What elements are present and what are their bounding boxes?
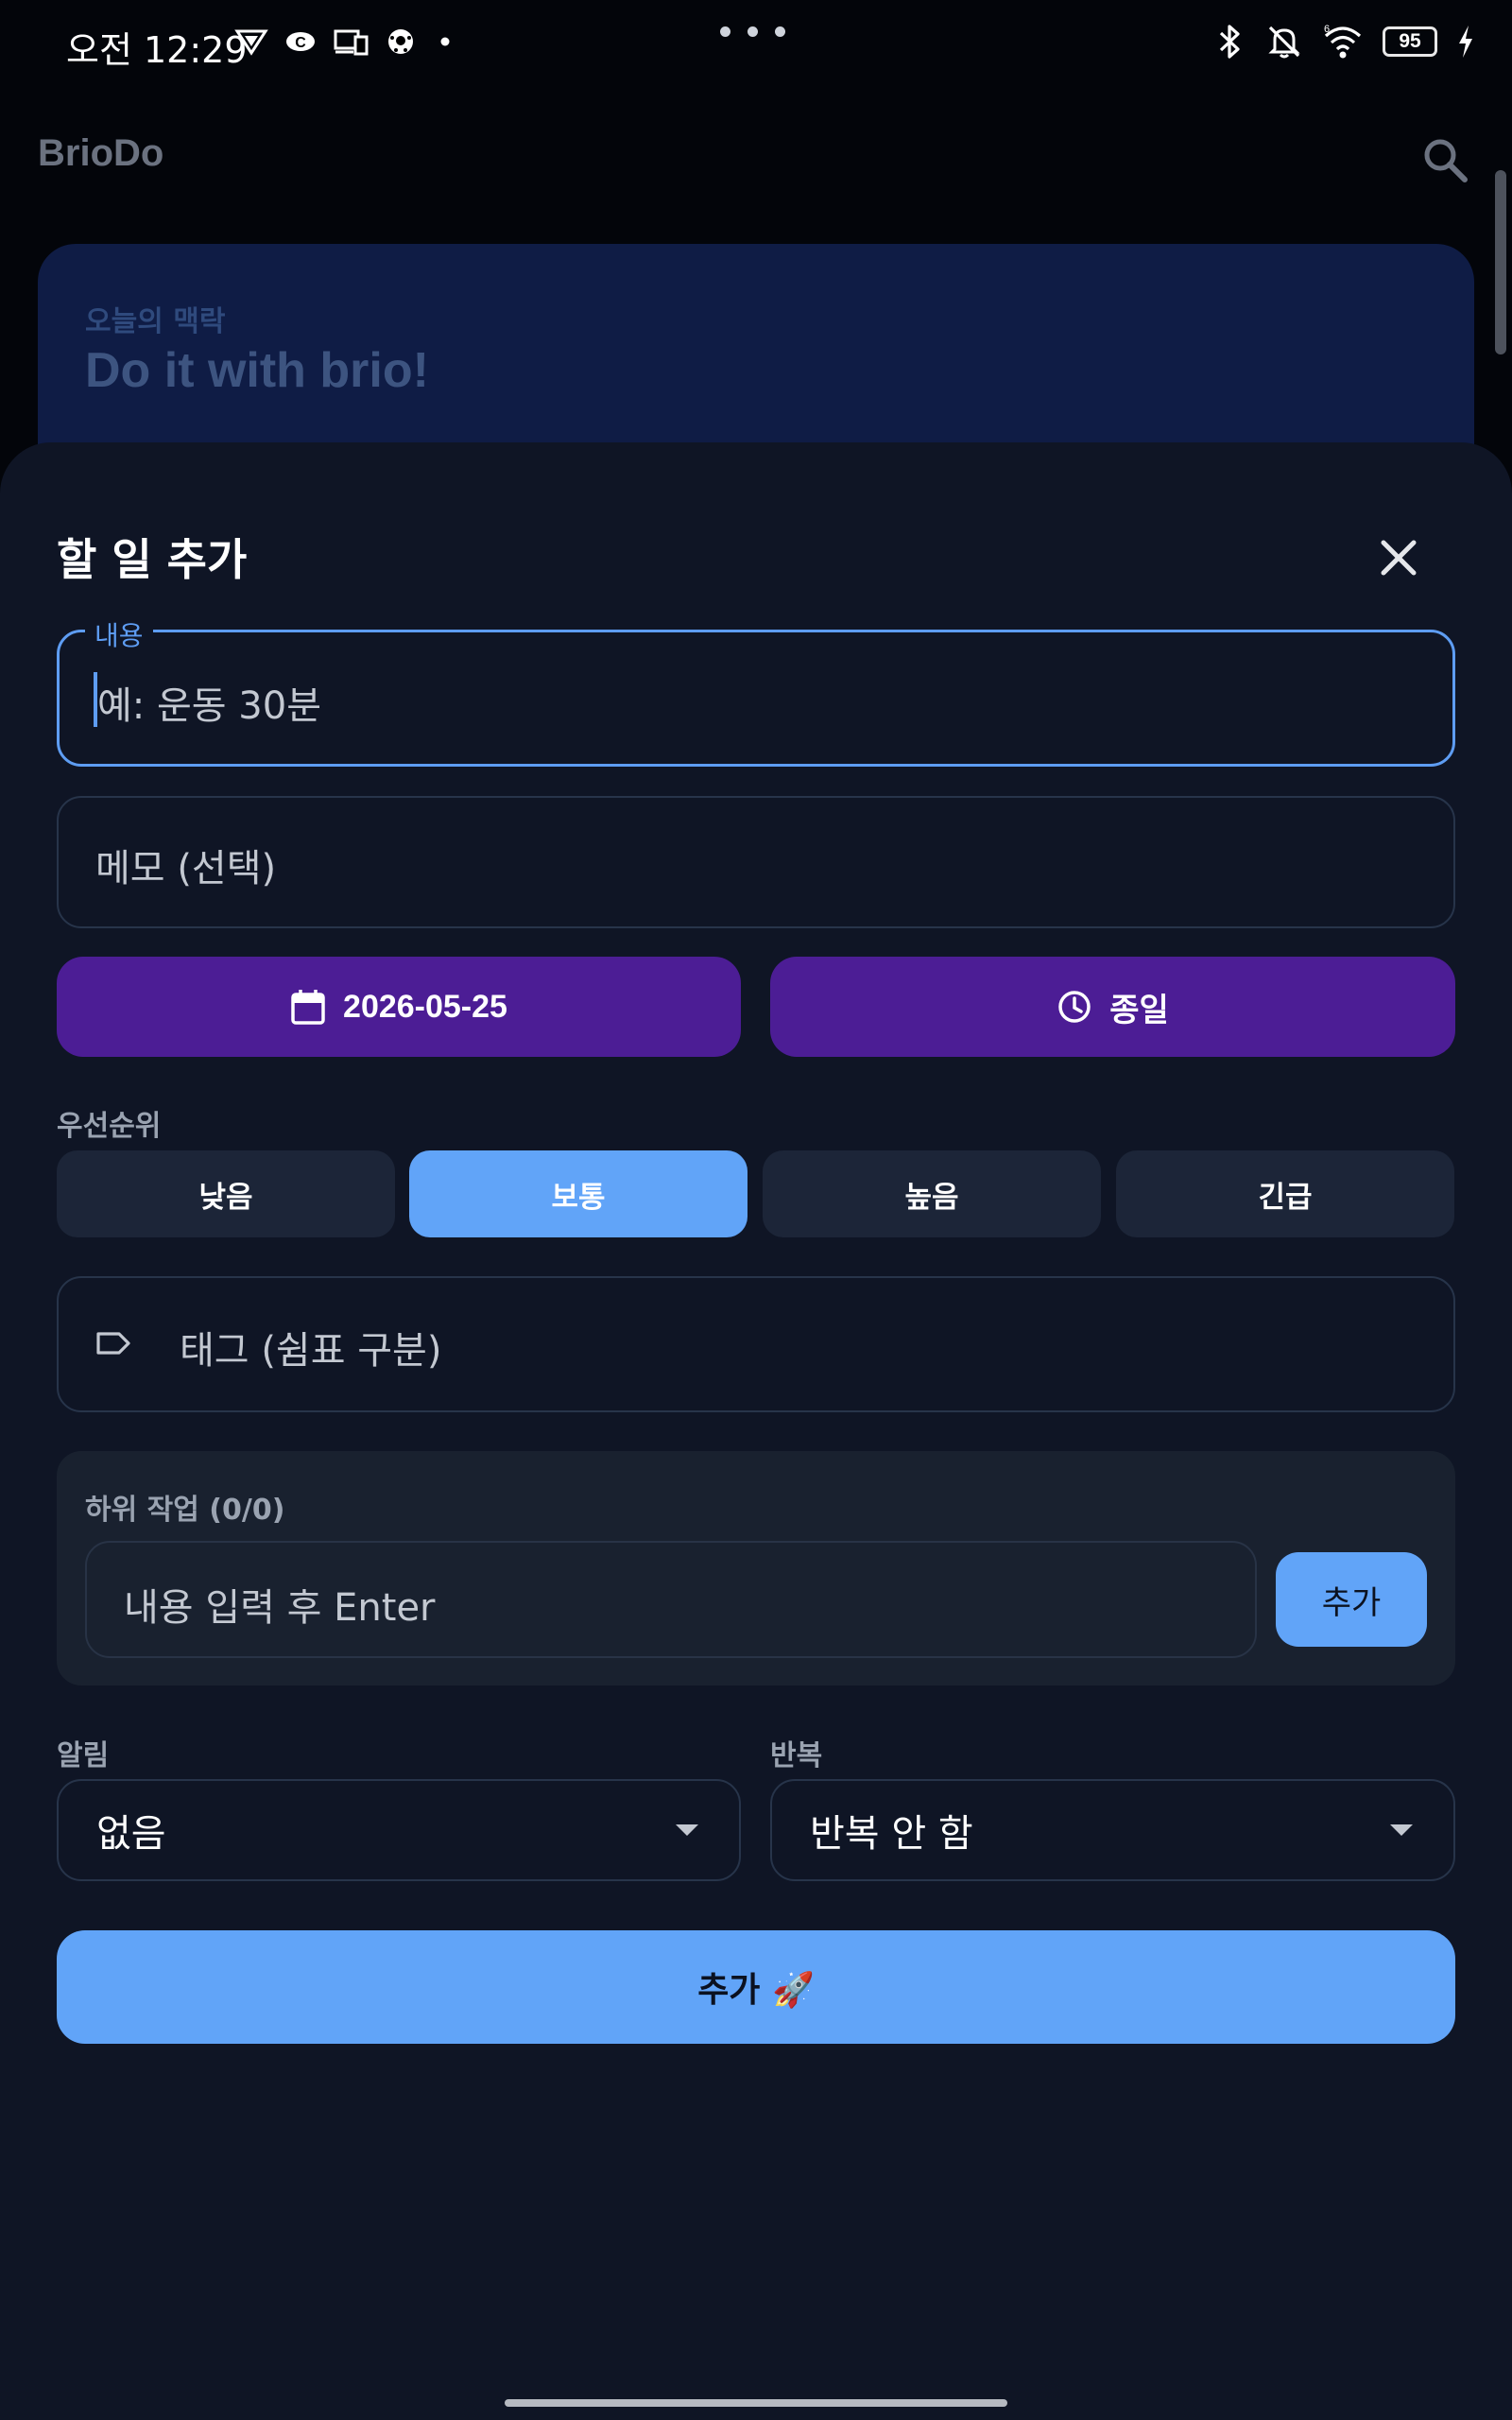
- app-notification-icon: C: [286, 32, 315, 51]
- subtask-input-placeholder: 내용 입력 후 Enter: [124, 1586, 436, 1630]
- charging-icon: [1459, 26, 1472, 58]
- calendar-icon: [291, 990, 325, 1025]
- tag-icon: [94, 1324, 132, 1366]
- priority-label: 우선순위: [57, 1110, 162, 1143]
- date-button[interactable]: 2026-05-25: [57, 957, 741, 1057]
- status-system-icons: 6 95: [1214, 23, 1475, 60]
- dropdown-arrow-icon: [676, 1824, 698, 1836]
- alarm-value: 없음: [96, 1812, 166, 1856]
- bell-off-icon: [1268, 26, 1300, 59]
- clock-icon: [1058, 991, 1091, 1023]
- priority-low-button[interactable]: 낮음: [57, 1150, 395, 1237]
- soccer-icon: [388, 29, 413, 54]
- date-label: 2026-05-25: [343, 988, 507, 1025]
- status-notification-icons: C: [234, 26, 459, 57]
- bluetooth-icon: [1219, 25, 1240, 59]
- more-notifications-dot-icon: [440, 37, 450, 46]
- add-task-submit-button[interactable]: 추가 🚀: [57, 1930, 1455, 2044]
- sheet-title: 할 일 추가: [57, 534, 248, 585]
- scrollbar[interactable]: [1495, 170, 1506, 354]
- app-title: BrioDo: [38, 132, 164, 174]
- content-input-label: 내용: [85, 615, 153, 653]
- svg-text:6: 6: [1324, 24, 1330, 35]
- memo-input-placeholder: 메모 (선택): [95, 847, 277, 890]
- status-time: 오전 12:29: [66, 29, 248, 71]
- svg-text:C: C: [295, 35, 306, 51]
- repeat-label: 반복: [770, 1739, 823, 1772]
- content-input-placeholder: 예: 운동 30분: [97, 684, 322, 728]
- multitask-handle[interactable]: [720, 26, 785, 37]
- time-button[interactable]: 종일: [770, 957, 1455, 1057]
- home-indicator[interactable]: [505, 2399, 1007, 2407]
- daily-context-title: Do it with brio!: [85, 343, 429, 398]
- time-label: 종일: [1109, 992, 1169, 1028]
- subtask-add-button[interactable]: 추가: [1276, 1552, 1427, 1647]
- repeat-dropdown[interactable]: 반복 안 함: [770, 1779, 1455, 1881]
- subtasks-title: 하위 작업 (0/0): [85, 1494, 285, 1527]
- alarm-label: 알림: [57, 1739, 110, 1772]
- priority-high-button[interactable]: 높음: [763, 1150, 1101, 1237]
- battery-icon: 95: [1383, 26, 1437, 57]
- vpn-icon: [234, 29, 268, 56]
- dropdown-arrow-icon: [1390, 1824, 1413, 1836]
- priority-urgent-button[interactable]: 긴급: [1116, 1150, 1454, 1237]
- devices-icon: [334, 29, 369, 56]
- repeat-value: 반복 안 함: [810, 1812, 973, 1856]
- alarm-dropdown[interactable]: 없음: [57, 1779, 741, 1881]
- daily-context-subtitle: 오늘의 맥락: [85, 305, 226, 338]
- wifi-icon: 6: [1324, 24, 1362, 59]
- priority-normal-button[interactable]: 보통: [409, 1150, 747, 1237]
- tags-input-placeholder: 태그 (쉼표 구분): [180, 1329, 442, 1373]
- search-icon[interactable]: [1419, 134, 1472, 191]
- close-icon[interactable]: [1370, 529, 1427, 586]
